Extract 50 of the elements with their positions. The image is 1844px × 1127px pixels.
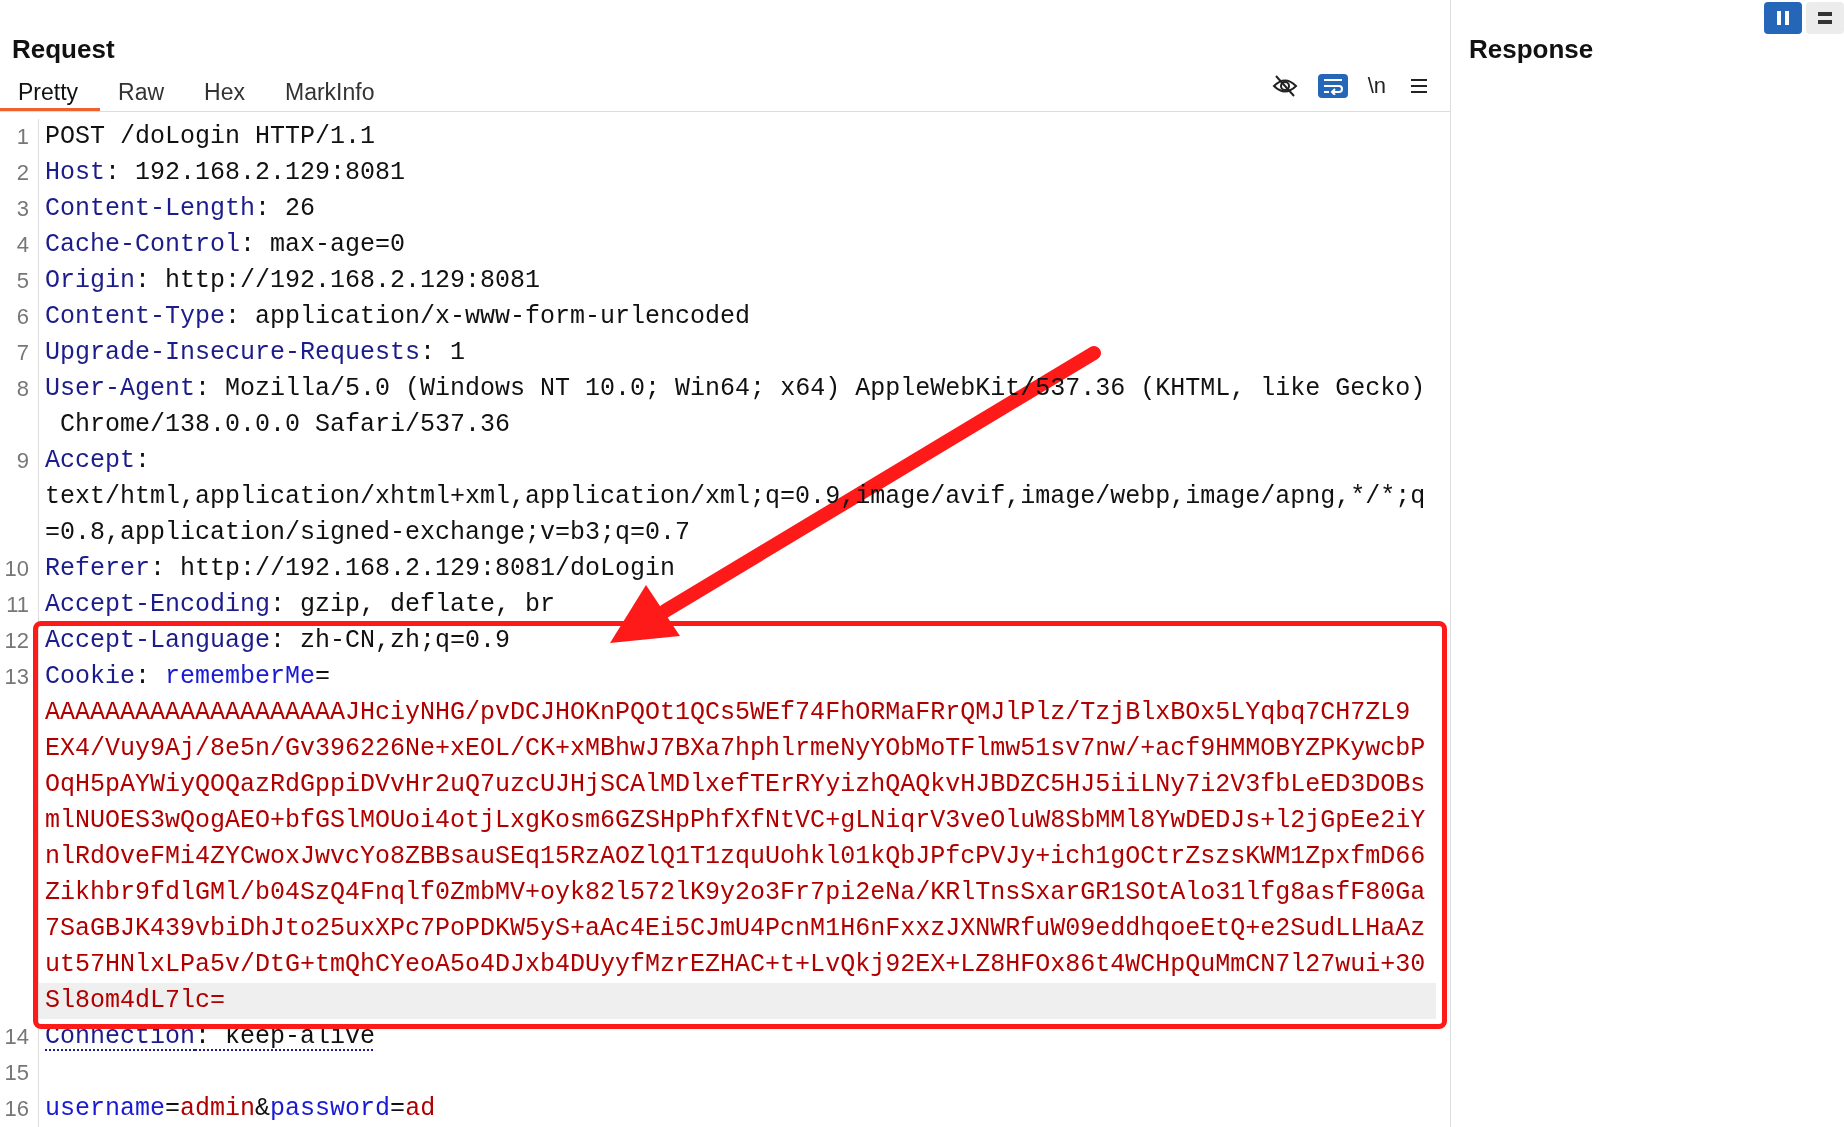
code-line: Content-Length: 26 — [45, 194, 316, 223]
columns-layout-icon[interactable] — [1764, 2, 1802, 34]
line-number: 11 — [6, 591, 30, 619]
code-line: ut57HNlxLPa5v/DtG+tmQhCYeoA5o4DJxb4DUyyfMzrEZHAC+t+LvQkj92EX+LZ8HFOx86t4WCHpQuMmCN7l27wui+30 — [45, 950, 1426, 979]
code-line: Referer: http://192.168.2.129:8081/doLogin — [45, 554, 676, 583]
wrap-icon[interactable] — [1317, 74, 1348, 98]
code-line: Content-Type: application/x-www-form-urlencoded — [45, 302, 751, 331]
code-line: Accept: — [45, 446, 151, 475]
rows-layout-icon[interactable] — [1806, 2, 1844, 34]
line-number: 16 — [4, 1095, 30, 1123]
line-number: 4 — [16, 231, 30, 259]
code-line: Cookie: rememberMe= — [45, 662, 331, 691]
code-line: nlRdOveFMi4ZYCwoxJwvcYo8ZBBsauSEq15RzAOZlQ1T1zquUohkl01kQbJPfcPVJy+ich1gOCtrZszsKWM1ZpxfmD66 — [45, 842, 1426, 871]
newline-toggle[interactable]: \n — [1363, 73, 1390, 99]
line-number: 5 — [16, 267, 30, 295]
line-number: 10 — [4, 555, 30, 583]
tab[interactable]: MarkInfo — [267, 79, 397, 111]
line-number: 7 — [16, 339, 30, 367]
code-line: 7SaGBJK439vbiDhJto25uxXPc7PoPDKW5yS+aAc4Ei5CJmU4PcnM1H6nFxxzJXNWRfuW09eddhqoeEtQ+e2SudLLHaAz — [45, 914, 1426, 943]
code-line: mlNUOES3wQogAEO+bfGSlMOUoi4otjLxgKosm6GZSHpPhfXfNtVC+gLNiqrV3veOluW8SbMMl8YwDEDJs+l2jGpEe2iY — [45, 806, 1426, 835]
code-line: EX4/Vuy9Aj/8e5n/Gv396226Ne+xEOL/CK+xMBhwJ7BXa7hphlrmeNyYObMoTFlmw51sv7nw/+acf9HMMOBYZPKywcbP — [45, 734, 1426, 763]
line-number: 6 — [16, 303, 30, 331]
code-line: Accept-Encoding: gzip, deflate, br — [45, 590, 556, 619]
code-line: Zikhbr9fdlGMl/b04SzQ4Fnqlf0ZmbMV+oyk82l572lK9y2o3Fr7pi2eNa/KRlTnsSxarGR1SOtAlo31lfg8asfF80Ga — [45, 878, 1426, 907]
line-number: 9 — [16, 447, 30, 475]
code-line: Accept-Language: zh-CN,zh;q=0.9 — [45, 626, 511, 655]
code-line: Connection: keep-alive — [45, 1022, 376, 1051]
pane-title: Response — [1469, 33, 1594, 64]
line-number: 1 — [16, 123, 30, 151]
code-line: Host: 192.168.2.129:8081 — [45, 158, 406, 187]
line-number: 13 — [4, 663, 30, 691]
code-line: POST /doLogin HTTP/1.1 — [45, 122, 376, 151]
line-number: 3 — [16, 195, 30, 223]
code-line: AAAAAAAAAAAAAAAAAAAAJHciyNHG/pvDCJHOKnPQOt1QCs5WEf74FhORMaFRrQMJlPlz/TzjBlxBOx5LYqbq7CH7ZL9 — [45, 698, 1411, 727]
line-number: 8 — [16, 375, 30, 403]
line-number: 14 — [4, 1023, 30, 1051]
code-line: Upgrade-Insecure-Requests: 1 — [45, 338, 466, 367]
line-number: 2 — [16, 159, 30, 187]
line-number: 12 — [4, 627, 30, 655]
code-line: Chrome/138.0.0.0 Safari/537.36 — [59, 410, 511, 439]
pane-title: Request — [11, 33, 116, 64]
tab[interactable]: Pretty — [0, 79, 101, 111]
tab[interactable]: Hex — [186, 79, 267, 111]
tab[interactable]: Raw — [100, 79, 187, 111]
code-line: username=admin&password=ad — [45, 1094, 436, 1123]
line-number: 15 — [4, 1059, 30, 1087]
code-line: =0.8,application/signed-exchange;v=b3;q=0.7 — [45, 518, 691, 547]
code-line: OqH5pAYWiyQOQazRdGppiDVvHr2uQ7uzcUJHjSCAlMDlxefTErRYyizhQAQkvHJBDZC5HJ5iiLNy7i2V3fbLeED3DOBs — [45, 770, 1426, 799]
code-line: Cache-Control: max-age=0 — [45, 230, 406, 259]
code-line: Origin: http://192.168.2.129:8081 — [45, 266, 541, 295]
